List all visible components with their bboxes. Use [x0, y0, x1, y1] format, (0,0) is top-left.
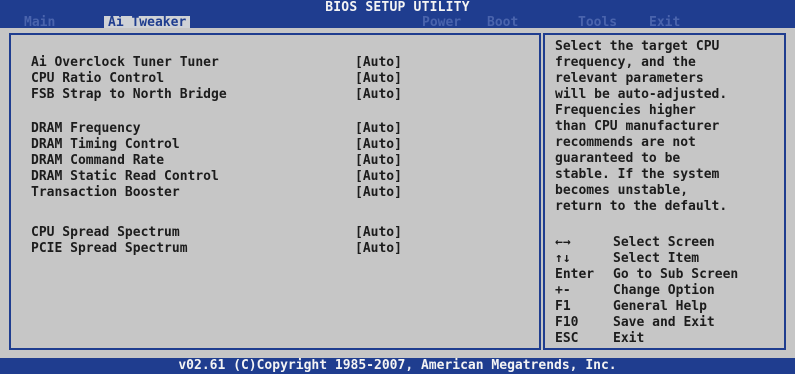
- setting-label: DRAM Timing Control: [31, 137, 180, 152]
- key-description: Select Item: [613, 251, 700, 266]
- setting-value[interactable]: [Auto]: [355, 137, 402, 153]
- setting-label: DRAM Command Rate: [31, 153, 165, 168]
- key-hint-exit: ESC Exit: [555, 331, 783, 347]
- key-description: Exit: [613, 331, 645, 346]
- help-text: Select the target CPU frequency, and the…: [555, 39, 728, 214]
- setting-value[interactable]: [Auto]: [355, 185, 402, 201]
- setting-label: Transaction Booster: [31, 185, 180, 200]
- setting-row-pcie-spread-spectrum[interactable]: PCIE Spread Spectrum [Auto]: [31, 241, 531, 257]
- key-label: +-: [555, 283, 571, 298]
- key-hint-general-help: F1 General Help: [555, 299, 783, 315]
- setting-row-dram-static-read-control[interactable]: DRAM Static Read Control [Auto]: [31, 169, 531, 185]
- setting-label: PCIE Spread Spectrum: [31, 241, 188, 256]
- setting-label: DRAM Frequency: [31, 121, 141, 136]
- top-bar: BIOS SETUP UTILITY Main Ai Tweaker Power…: [0, 0, 795, 30]
- key-label: Enter: [555, 267, 595, 282]
- key-label: F1: [555, 299, 571, 314]
- setting-row-fsb-strap[interactable]: FSB Strap to North Bridge [Auto]: [31, 87, 531, 103]
- key-description: Select Screen: [613, 235, 715, 250]
- setting-row-dram-frequency[interactable]: DRAM Frequency [Auto]: [31, 121, 531, 137]
- setting-label: DRAM Static Read Control: [31, 169, 219, 184]
- setting-row-cpu-ratio-control[interactable]: CPU Ratio Control [Auto]: [31, 71, 531, 87]
- key-label: ESC: [555, 331, 579, 346]
- setting-value[interactable]: [Auto]: [355, 121, 402, 137]
- setting-row-dram-command-rate[interactable]: DRAM Command Rate [Auto]: [31, 153, 531, 169]
- key-description: Go to Sub Screen: [613, 267, 739, 282]
- setting-row-dram-timing-control[interactable]: DRAM Timing Control [Auto]: [31, 137, 531, 153]
- key-hint-save-exit: F10 Save and Exit: [555, 315, 783, 331]
- key-hint-select-item: ↑↓ Select Item: [555, 251, 783, 267]
- settings-panel: Ai Overclock Tuner Tuner [Auto] CPU Rati…: [9, 33, 541, 350]
- setting-value[interactable]: [Auto]: [355, 153, 402, 169]
- setting-label: CPU Ratio Control: [31, 71, 165, 86]
- setting-value[interactable]: [Auto]: [355, 87, 402, 103]
- key-description: Change Option: [613, 283, 715, 298]
- setting-row-cpu-spread-spectrum[interactable]: CPU Spread Spectrum [Auto]: [31, 225, 531, 241]
- setting-value[interactable]: [Auto]: [355, 55, 402, 71]
- key-hint-change-option: +- Change Option: [555, 283, 783, 299]
- help-panel: Select the target CPU frequency, and the…: [543, 33, 786, 350]
- setting-row-ai-overclock-tuner[interactable]: Ai Overclock Tuner Tuner [Auto]: [31, 55, 531, 71]
- left-right-arrows-icon: ←→: [555, 235, 571, 250]
- up-down-arrows-icon: ↑↓: [555, 251, 571, 266]
- key-hint-select-screen: ←→ Select Screen: [555, 235, 783, 251]
- key-description: General Help: [613, 299, 707, 314]
- setting-value[interactable]: [Auto]: [355, 241, 402, 257]
- setting-row-transaction-booster[interactable]: Transaction Booster [Auto]: [31, 185, 531, 201]
- copyright-footer: v02.61 (C)Copyright 1985-2007, American …: [0, 358, 795, 374]
- setting-label: FSB Strap to North Bridge: [31, 87, 227, 102]
- setting-value[interactable]: [Auto]: [355, 225, 402, 241]
- setting-label: Ai Overclock Tuner Tuner: [31, 55, 219, 70]
- setting-value[interactable]: [Auto]: [355, 169, 402, 185]
- key-hint-enter: Enter Go to Sub Screen: [555, 267, 783, 283]
- key-label: F10: [555, 315, 579, 330]
- bios-title: BIOS SETUP UTILITY: [325, 0, 470, 15]
- setting-label: CPU Spread Spectrum: [31, 225, 180, 240]
- main-frame: Ai Overclock Tuner Tuner [Auto] CPU Rati…: [0, 28, 795, 358]
- key-description: Save and Exit: [613, 315, 715, 330]
- setting-value[interactable]: [Auto]: [355, 71, 402, 87]
